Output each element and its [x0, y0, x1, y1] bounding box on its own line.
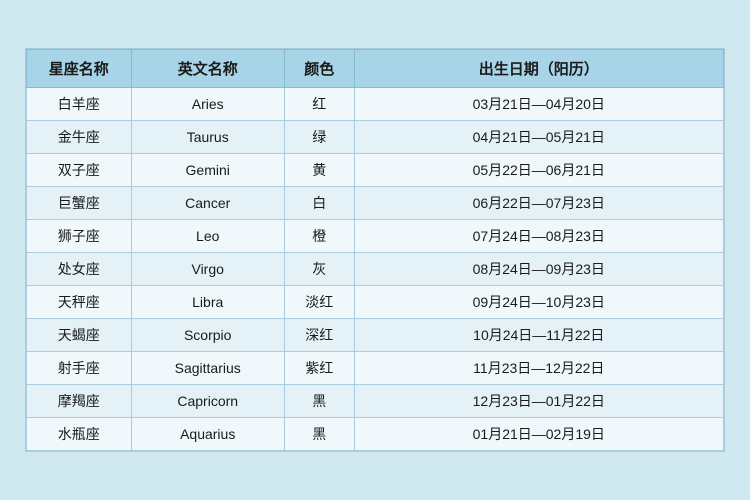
header-chinese: 星座名称: [27, 50, 132, 88]
table-row: 金牛座Taurus绿04月21日—05月21日: [27, 121, 724, 154]
cell-chinese: 摩羯座: [27, 385, 132, 418]
table-row: 天蝎座Scorpio深红10月24日—11月22日: [27, 319, 724, 352]
table-row: 双子座Gemini黄05月22日—06月21日: [27, 154, 724, 187]
table-header-row: 星座名称 英文名称 颜色 出生日期（阳历）: [27, 50, 724, 88]
cell-english: Gemini: [131, 154, 284, 187]
cell-date: 01月21日—02月19日: [354, 418, 723, 451]
cell-date: 07月24日—08月23日: [354, 220, 723, 253]
cell-chinese: 白羊座: [27, 88, 132, 121]
cell-date: 05月22日—06月21日: [354, 154, 723, 187]
cell-color: 绿: [284, 121, 354, 154]
cell-date: 06月22日—07月23日: [354, 187, 723, 220]
cell-color: 白: [284, 187, 354, 220]
cell-english: Sagittarius: [131, 352, 284, 385]
cell-date: 04月21日—05月21日: [354, 121, 723, 154]
cell-english: Taurus: [131, 121, 284, 154]
header-color: 颜色: [284, 50, 354, 88]
cell-color: 黑: [284, 385, 354, 418]
cell-date: 09月24日—10月23日: [354, 286, 723, 319]
cell-color: 淡红: [284, 286, 354, 319]
cell-chinese: 天蝎座: [27, 319, 132, 352]
table-row: 摩羯座Capricorn黑12月23日—01月22日: [27, 385, 724, 418]
cell-chinese: 狮子座: [27, 220, 132, 253]
cell-english: Aries: [131, 88, 284, 121]
cell-chinese: 射手座: [27, 352, 132, 385]
cell-color: 黑: [284, 418, 354, 451]
cell-date: 03月21日—04月20日: [354, 88, 723, 121]
cell-english: Cancer: [131, 187, 284, 220]
cell-english: Leo: [131, 220, 284, 253]
zodiac-table-container: 星座名称 英文名称 颜色 出生日期（阳历） 白羊座Aries红03月21日—04…: [25, 48, 725, 452]
cell-english: Libra: [131, 286, 284, 319]
cell-date: 10月24日—11月22日: [354, 319, 723, 352]
table-row: 处女座Virgo灰08月24日—09月23日: [27, 253, 724, 286]
table-row: 水瓶座Aquarius黑01月21日—02月19日: [27, 418, 724, 451]
table-row: 天秤座Libra淡红09月24日—10月23日: [27, 286, 724, 319]
cell-chinese: 金牛座: [27, 121, 132, 154]
table-row: 狮子座Leo橙07月24日—08月23日: [27, 220, 724, 253]
zodiac-table: 星座名称 英文名称 颜色 出生日期（阳历） 白羊座Aries红03月21日—04…: [26, 49, 724, 451]
cell-color: 紫红: [284, 352, 354, 385]
cell-chinese: 巨蟹座: [27, 187, 132, 220]
cell-chinese: 水瓶座: [27, 418, 132, 451]
cell-english: Scorpio: [131, 319, 284, 352]
cell-color: 黄: [284, 154, 354, 187]
cell-chinese: 天秤座: [27, 286, 132, 319]
cell-color: 深红: [284, 319, 354, 352]
cell-date: 12月23日—01月22日: [354, 385, 723, 418]
cell-color: 红: [284, 88, 354, 121]
cell-date: 11月23日—12月22日: [354, 352, 723, 385]
cell-color: 灰: [284, 253, 354, 286]
cell-color: 橙: [284, 220, 354, 253]
cell-english: Capricorn: [131, 385, 284, 418]
table-row: 白羊座Aries红03月21日—04月20日: [27, 88, 724, 121]
cell-chinese: 双子座: [27, 154, 132, 187]
cell-english: Aquarius: [131, 418, 284, 451]
table-row: 巨蟹座Cancer白06月22日—07月23日: [27, 187, 724, 220]
header-english: 英文名称: [131, 50, 284, 88]
table-row: 射手座Sagittarius紫红11月23日—12月22日: [27, 352, 724, 385]
cell-date: 08月24日—09月23日: [354, 253, 723, 286]
cell-chinese: 处女座: [27, 253, 132, 286]
header-date: 出生日期（阳历）: [354, 50, 723, 88]
cell-english: Virgo: [131, 253, 284, 286]
